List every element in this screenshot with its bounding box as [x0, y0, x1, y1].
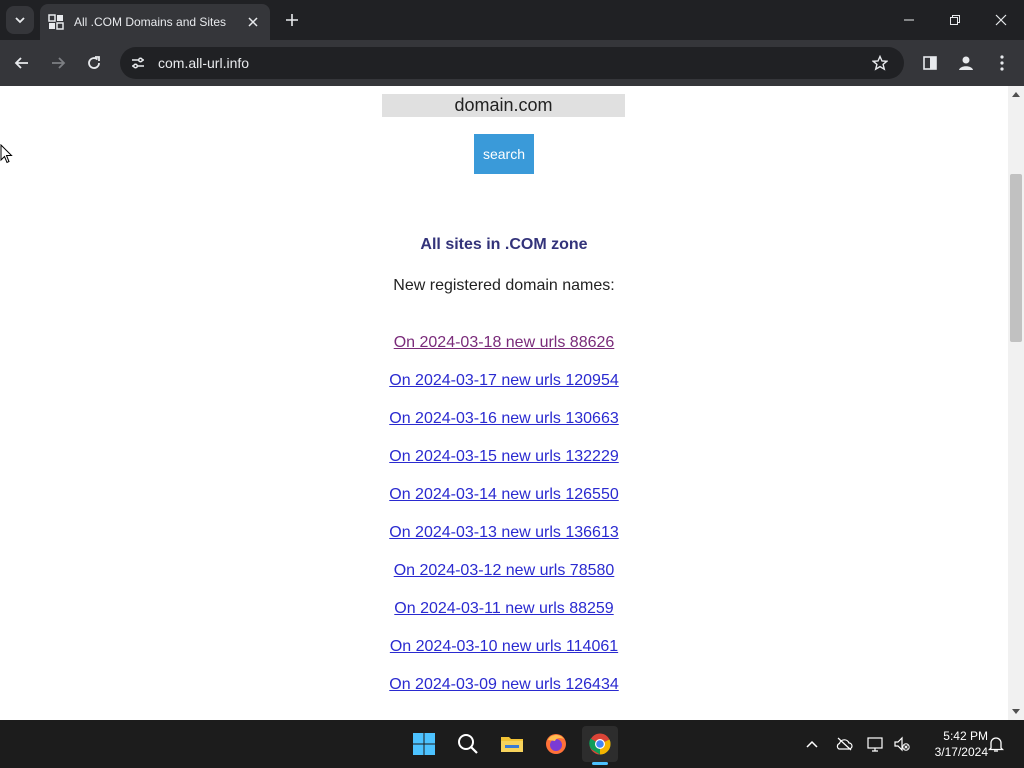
- chrome-icon: [589, 733, 611, 755]
- date-link[interactable]: On 2024-03-09 new urls 126434: [389, 676, 619, 693]
- search-button[interactable]: search: [474, 134, 534, 174]
- page-content: domain.com search All sites in .COM zone…: [0, 86, 1008, 720]
- profile-icon: [959, 56, 973, 70]
- scroll-down-arrow-icon[interactable]: [1008, 706, 1024, 718]
- firefox-button[interactable]: [538, 726, 574, 762]
- tab-strip: All .COM Domains and Sites: [0, 0, 1024, 40]
- chrome-button[interactable]: [582, 726, 618, 765]
- list-item: On 2024-03-12 new urls 78580: [0, 561, 1008, 599]
- date-link[interactable]: On 2024-03-11 new urls 88259: [394, 600, 613, 617]
- new-tab-button[interactable]: [280, 8, 304, 32]
- restore-icon: [950, 15, 960, 25]
- start-button[interactable]: [406, 726, 442, 762]
- cloud-offline-icon: [836, 737, 853, 751]
- minimize-button[interactable]: [886, 0, 932, 40]
- site-favicon-icon: [48, 14, 64, 30]
- date-link[interactable]: On 2024-03-17 new urls 120954: [389, 372, 619, 389]
- tab-search-button[interactable]: [6, 6, 34, 34]
- restore-button[interactable]: [932, 0, 978, 40]
- list-item: On 2024-03-18 new urls 88626: [0, 333, 1008, 371]
- arrow-right-icon: [52, 57, 66, 69]
- minimize-icon: [904, 19, 914, 21]
- list-item: On 2024-03-16 new urls 130663: [0, 409, 1008, 447]
- show-hidden-icons-button[interactable]: [802, 734, 822, 754]
- windows-taskbar: 5:42 PM 3/17/2024: [0, 720, 1024, 768]
- side-panel-icon: [923, 56, 937, 70]
- active-tab[interactable]: All .COM Domains and Sites: [40, 4, 270, 40]
- close-window-button[interactable]: [978, 0, 1024, 40]
- reload-icon: [88, 56, 100, 69]
- list-item: On 2024-03-14 new urls 126550: [0, 485, 1008, 523]
- chevron-down-icon: [15, 17, 25, 24]
- folder-icon: [501, 737, 523, 752]
- windows-logo-icon: [413, 733, 435, 755]
- plus-icon: [286, 14, 298, 26]
- close-icon: [995, 14, 1007, 26]
- onedrive-tray-button[interactable]: [834, 734, 854, 754]
- volume-tray-button[interactable]: [892, 734, 912, 754]
- url-text[interactable]: com.all-url.info: [158, 55, 864, 71]
- clock-time: 5:42 PM: [943, 729, 988, 743]
- clock-date: 3/17/2024: [934, 745, 988, 759]
- chevron-up-icon: [806, 740, 818, 748]
- page-scrollbar[interactable]: [1008, 86, 1024, 720]
- list-item: On 2024-03-15 new urls 132229: [0, 447, 1008, 485]
- page-heading: All sites in .COM zone: [420, 236, 588, 253]
- list-item: On 2024-03-10 new urls 114061: [0, 637, 1008, 675]
- date-link[interactable]: On 2024-03-12 new urls 78580: [394, 562, 615, 579]
- forward-button[interactable]: [44, 49, 72, 77]
- list-item: On 2024-03-13 new urls 136613: [0, 523, 1008, 561]
- date-link[interactable]: On 2024-03-10 new urls 114061: [390, 638, 618, 655]
- reload-button[interactable]: [80, 49, 108, 77]
- network-tray-button[interactable]: [866, 734, 886, 754]
- active-app-indicator: [592, 762, 608, 765]
- bell-icon: [988, 737, 1004, 752]
- search-taskbar-button[interactable]: [450, 726, 486, 762]
- date-link[interactable]: On 2024-03-16 new urls 130663: [389, 410, 619, 427]
- address-bar[interactable]: com.all-url.info: [120, 47, 904, 79]
- date-link[interactable]: On 2024-03-13 new urls 136613: [389, 524, 619, 541]
- arrow-left-icon: [14, 57, 28, 69]
- menu-button[interactable]: [988, 49, 1016, 77]
- list-item: On 2024-03-11 new urls 88259: [0, 599, 1008, 637]
- scroll-thumb[interactable]: [1010, 174, 1022, 342]
- date-link[interactable]: On 2024-03-14 new urls 126550: [389, 486, 619, 503]
- file-explorer-button[interactable]: [494, 726, 530, 762]
- back-button[interactable]: [8, 49, 36, 77]
- date-link[interactable]: On 2024-03-15 new urls 132229: [389, 448, 619, 465]
- list-item: On 2024-03-09 new urls 126434: [0, 675, 1008, 713]
- tab-close-icon[interactable]: [244, 13, 262, 31]
- list-item: On 2024-03-17 new urls 120954: [0, 371, 1008, 409]
- date-link[interactable]: On 2024-03-18 new urls 88626: [394, 334, 615, 351]
- network-icon: [867, 737, 883, 752]
- bookmark-star-icon[interactable]: [864, 47, 896, 79]
- system-clock[interactable]: 5:42 PM 3/17/2024: [918, 728, 988, 760]
- profile-button[interactable]: [952, 49, 980, 77]
- mouse-cursor-icon: [0, 144, 13, 164]
- volume-muted-icon: [894, 736, 910, 752]
- subheading: New registered domain names:: [393, 277, 615, 294]
- date-link-list: On 2024-03-18 new urls 88626 On 2024-03-…: [0, 333, 1008, 713]
- site-settings-icon[interactable]: [122, 47, 154, 79]
- scroll-up-arrow-icon[interactable]: [1008, 88, 1024, 100]
- more-vertical-icon: [1000, 55, 1004, 71]
- tab-title: All .COM Domains and Sites: [74, 15, 227, 29]
- browser-toolbar: com.all-url.info: [0, 40, 1024, 86]
- side-panel-button[interactable]: [916, 49, 944, 77]
- notifications-button[interactable]: [986, 734, 1006, 754]
- firefox-icon: [546, 734, 566, 754]
- domain-search-input[interactable]: domain.com: [382, 94, 625, 117]
- search-icon: [458, 734, 478, 754]
